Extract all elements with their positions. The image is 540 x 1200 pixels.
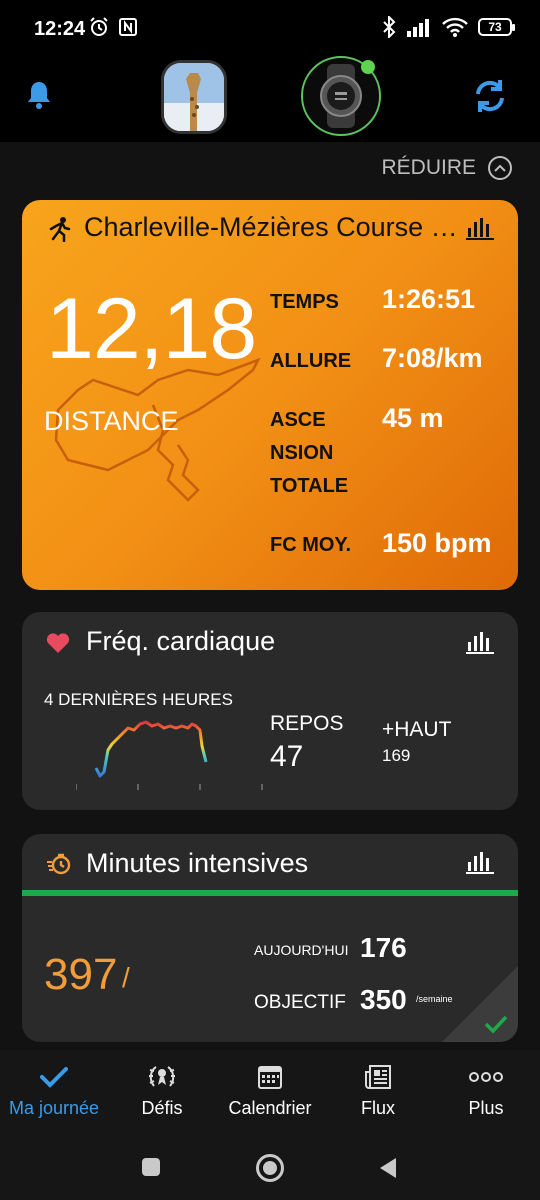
status-bar: 12:24 73 [0,0,540,60]
collapse-button[interactable]: RÉDUIRE [381,156,512,180]
nav-calendrier[interactable]: Calendrier [216,1062,324,1119]
laurel-icon [149,1066,175,1087]
activity-title: Charleville-Mézières Course à pied [84,212,464,242]
resting-hr-value: 47 [270,740,304,773]
signal-icon [407,19,429,37]
nav-label-flux: Flux [360,1098,395,1118]
calendar-icon [258,1066,282,1089]
nav-plus[interactable]: Plus [432,1062,540,1119]
stat-value-ascent: 45 m [382,403,444,433]
intensity-value: 397 [44,950,118,999]
today-value: 176 [360,932,407,963]
heart-rate-card[interactable]: Fréq. cardiaque 4 DERNIÈRES HEURES REPOS… [22,612,518,810]
home-button[interactable] [256,1154,284,1182]
intensity-minutes-card[interactable]: Minutes intensives 397 / AUJOURD'HUI 176… [22,834,518,1042]
nav-label-calendrier: Calendrier [228,1098,312,1118]
bar-chart-icon[interactable] [466,850,494,874]
bar-chart-icon[interactable] [466,216,494,240]
more-icon [469,1072,503,1082]
high-hr-label: +HAUT [382,718,452,741]
connected-dot [361,60,375,74]
stat-label-ascent: ASCE NSION TOTALE [270,409,349,497]
resting-hr-label: REPOS [270,712,344,735]
alarm-icon [90,17,108,36]
stat-value-time: 1:26:51 [382,284,476,314]
intensity-slash: / [122,962,130,993]
activity-card[interactable]: Charleville-Mézières Course à pied 12,18… [22,200,518,590]
bluetooth-icon [383,16,396,38]
nav-flux[interactable]: Flux [324,1062,432,1119]
nfc-icon [119,18,137,36]
check-icon [484,1015,508,1034]
nav-label-ma-journee: Ma journée [8,1098,100,1118]
nav-defis[interactable]: Défis [108,1062,216,1119]
heart-rate-title: Fréq. cardiaque [86,626,276,656]
heart-rate-graph [76,720,263,790]
chevron-up-icon [488,156,512,180]
goal-value: 350 [360,984,407,1015]
sync-icon[interactable] [470,76,510,116]
avatar[interactable] [161,60,227,134]
intensity-progress-bar [22,890,518,896]
wifi-icon [442,17,468,37]
recents-button[interactable] [142,1158,160,1176]
battery-indicator: 73 [478,18,515,36]
bell-icon[interactable] [26,80,52,110]
stat-value-pace: 7:08/km [382,343,483,373]
check-icon [40,1067,68,1088]
nav-label-defis: Défis [141,1098,183,1118]
bar-chart-icon[interactable] [466,630,494,654]
stopwatch-icon [47,853,71,875]
device-watch-button[interactable] [301,56,381,136]
nav-ma-journee[interactable]: Ma journée [0,1062,108,1119]
status-time: 12:24 [34,18,86,40]
nav-label-plus: Plus [468,1098,504,1118]
distance-value: 12,18 [46,281,257,377]
news-icon [365,1065,391,1089]
stat-label-pace: ALLURE [270,350,352,372]
bottom-navigation: Ma journée Défis Calendrier Flux Plus [0,1050,540,1130]
intensity-title: Minutes intensives [86,848,309,878]
heart-rate-subtitle: 4 DERNIÈRES HEURES [44,690,233,709]
heart-icon [46,633,70,653]
high-hr-value: 169 [382,746,411,765]
stat-value-hr-avg: 150 bpm [382,528,492,558]
stat-label-hr-avg: FC MOY. [270,534,352,556]
today-label: AUJOURD'HUI [254,942,349,958]
app-header [0,56,540,142]
distance-label: DISTANCE [44,406,179,436]
stat-label-time: TEMPS [270,291,339,313]
back-button[interactable] [378,1156,398,1180]
running-icon [49,217,71,242]
collapse-label: RÉDUIRE [381,156,476,179]
goal-label: OBJECTIF [254,992,346,1013]
system-navigation [0,1130,540,1200]
